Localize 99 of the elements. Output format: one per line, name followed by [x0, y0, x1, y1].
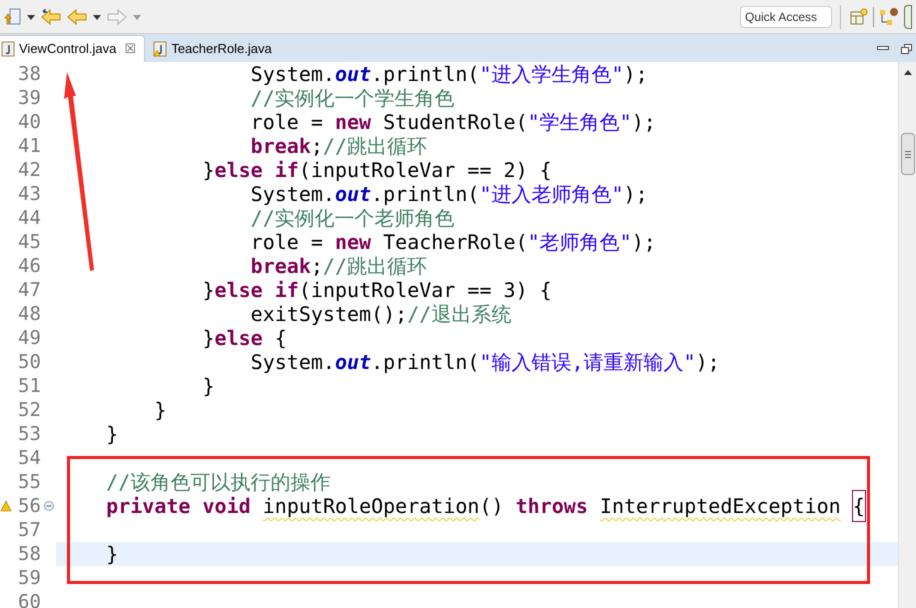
- code-string: "老师角色": [528, 229, 632, 256]
- java-file-icon: [153, 40, 168, 56]
- code-keyword: new: [334, 109, 372, 136]
- code-string: "进入学生角色": [479, 62, 624, 88]
- code-text: }: [202, 157, 215, 184]
- back-edit-icon[interactable]: [40, 8, 62, 26]
- code-keyword: throws: [516, 493, 588, 520]
- line-number: 39: [18, 88, 42, 108]
- code-keyword: break: [250, 253, 311, 280]
- line-number: 53: [18, 424, 42, 444]
- code-text: .println(: [371, 182, 480, 208]
- code-text: ;: [310, 253, 323, 280]
- line-number: 60: [18, 592, 42, 608]
- code-string: "输入错误,请重新输入": [479, 349, 696, 376]
- line-number: 48: [18, 304, 42, 324]
- code-keyword: else: [214, 277, 263, 304]
- code-text: .println(: [371, 62, 480, 88]
- line-number: 38: [18, 64, 42, 84]
- code-text: (inputRoleVar == 2) {: [298, 157, 552, 184]
- line-number: 40: [18, 112, 42, 132]
- code-text: ;: [310, 133, 323, 160]
- perspective-button[interactable]: [904, 4, 912, 28]
- code-text: );: [696, 349, 720, 376]
- code-text: StudentRole(: [383, 109, 528, 136]
- code-keyword: if: [274, 157, 299, 184]
- quick-access-field[interactable]: Quick Access: [740, 6, 832, 28]
- code-keyword: break: [250, 133, 311, 160]
- code-text: );: [624, 181, 648, 208]
- code-comment: //跳出循环: [322, 133, 428, 160]
- code-string: "学生角色": [528, 109, 632, 136]
- line-number: 59: [18, 568, 42, 588]
- code-comment: //实例化一个学生角色: [250, 86, 455, 112]
- minimize-icon[interactable]: [877, 46, 889, 50]
- code-text: }: [202, 373, 215, 400]
- code-keyword: else: [214, 326, 263, 352]
- code-text: }: [154, 397, 166, 424]
- code-text: {: [852, 491, 865, 521]
- code-comment: //跳出循环: [322, 253, 428, 280]
- code-keyword: private: [106, 493, 190, 520]
- code-text: }: [106, 541, 118, 568]
- scrollbar[interactable]: [898, 62, 916, 608]
- line-number: 44: [18, 208, 42, 228]
- code-text: out: [334, 349, 372, 376]
- line-number: 51: [18, 376, 42, 396]
- code-text: );: [624, 62, 648, 88]
- code-text: System.: [250, 62, 335, 88]
- code-text: inputRoleOperation: [262, 493, 480, 520]
- code-comment: //退出系统: [407, 302, 512, 328]
- line-number: 58: [18, 544, 42, 564]
- code-keyword: new: [334, 229, 372, 256]
- code-text: role =: [250, 109, 324, 136]
- code-text: (inputRoleVar == 3) {: [298, 277, 552, 304]
- hierarchy-icon[interactable]: [878, 6, 900, 26]
- code-text: out: [334, 62, 372, 88]
- line-number: 47: [18, 280, 42, 300]
- line-number: 43: [18, 184, 42, 204]
- code-keyword: else: [214, 157, 263, 184]
- code-keyword: if: [274, 277, 299, 304]
- editor-tab[interactable]: ViewControl.java ☒: [0, 35, 146, 62]
- code-text: );: [632, 229, 656, 256]
- open-perspective-icon[interactable]: [849, 6, 869, 26]
- line-number: 57: [18, 520, 42, 540]
- code-text: System.: [250, 349, 335, 376]
- code-text: }: [106, 421, 118, 448]
- maximize-icon[interactable]: [901, 44, 912, 54]
- fold-icon[interactable]: [44, 501, 54, 511]
- line-number: 46: [18, 256, 42, 276]
- code-keyword: void: [202, 493, 251, 520]
- line-number: 55: [18, 472, 42, 492]
- scrollbar-thumb[interactable]: [900, 133, 914, 175]
- code-text: System.: [250, 182, 335, 208]
- code-text: );: [632, 109, 656, 136]
- tab-label: ViewControl.java: [19, 40, 116, 58]
- code-text: out: [334, 182, 372, 208]
- line-number: 49: [18, 328, 42, 348]
- code-text: .println(: [371, 349, 480, 376]
- code-text: (): [479, 493, 505, 520]
- line-number: 56: [18, 496, 42, 516]
- scroll-up-icon[interactable]: [904, 70, 912, 75]
- code-comment: //该角色可以执行的操作: [106, 469, 330, 496]
- code-text: }: [202, 325, 215, 352]
- line-number: 50: [18, 352, 42, 372]
- editor-tab[interactable]: TeacherRole.java: [145, 35, 280, 62]
- code-text: role =: [250, 229, 324, 256]
- code-text: TeacherRole(: [383, 229, 528, 256]
- code-text: exitSystem();: [250, 302, 408, 328]
- line-number: 42: [18, 160, 42, 180]
- line-number: 45: [18, 232, 42, 252]
- code-comment: //实例化一个老师角色: [250, 206, 455, 232]
- close-button[interactable]: ☒: [124, 39, 136, 59]
- line-number: 54: [18, 448, 42, 468]
- code-text: InterruptedException: [600, 493, 841, 520]
- code-string: "进入老师角色": [479, 181, 624, 208]
- code-text: {: [274, 326, 287, 352]
- code-text: }: [202, 277, 215, 304]
- line-number: 52: [18, 400, 42, 420]
- tab-label: TeacherRole.java: [171, 40, 272, 58]
- line-number: 41: [18, 136, 42, 156]
- java-file-icon: [1, 41, 15, 57]
